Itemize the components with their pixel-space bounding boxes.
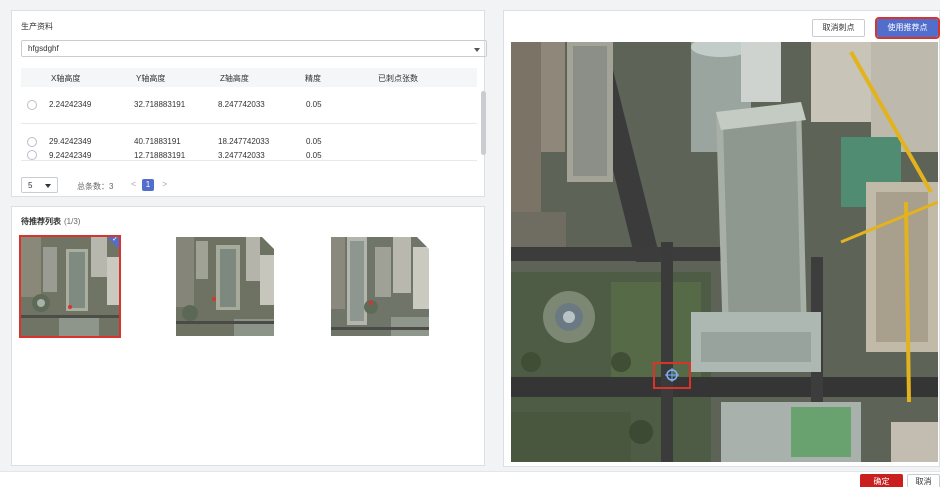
table-scrollbar[interactable] [481,91,486,155]
recommend-count: (1/3) [64,217,81,226]
cell-y: 12.718883191 [134,151,186,160]
ok-button[interactable]: 确定 [860,474,903,487]
production-select-value: hfgsdghf [28,44,59,53]
table-row[interactable]: 2.24242349 32.718883191 8.247742033 0.05 [21,87,477,124]
production-panel: 生产资料 hfgsdghf X轴高度 Y轴高度 Z轴高度 精度 已刺点张数 2.… [11,10,487,197]
cell-x: 9.24242349 [49,151,92,160]
row-radio[interactable] [27,100,37,110]
prev-page-button[interactable]: < [131,179,136,189]
aerial-image-viewer[interactable] [511,42,938,462]
table-row[interactable]: 9.24242349 12.718883191 3.247742033 0.05 [21,148,477,170]
recommend-thumbnail[interactable]: ✓ [176,237,274,336]
image-panel: 取消刺点 使用推荐点 [503,10,940,467]
col-precision: 精度 [305,74,321,83]
aerial-thumbnail-image [21,237,119,336]
cell-precision: 0.05 [306,137,322,146]
aerial-photo [511,42,938,462]
table-header: X轴高度 Y轴高度 Z轴高度 精度 已刺点张数 [21,68,477,87]
production-select[interactable]: hfgsdghf [21,40,487,57]
recommend-title: 待推荐列表 (1/3) [21,216,80,227]
aerial-thumbnail-image [331,237,429,336]
page-size-select[interactable]: 5 [21,177,58,193]
cell-z: 18.247742033 [218,137,270,146]
col-pricked-count: 已刺点张数 [378,74,418,83]
recommend-title-text: 待推荐列表 [21,217,61,226]
production-title: 生产资料 [21,22,53,31]
recommend-panel: 待推荐列表 (1/3) ✓ ✓ ✓ [11,206,485,466]
total-count: 总条数：3 [77,182,114,191]
recommend-thumbnail[interactable]: ✓ [19,235,121,338]
use-recommended-point-button[interactable]: 使用推荐点 [875,17,940,39]
cell-x: 29.4242349 [49,137,92,146]
cell-z: 8.247742033 [218,100,265,109]
check-icon: ✓ [267,237,273,243]
chevron-down-icon [45,184,51,188]
row-radio[interactable] [27,137,37,147]
cell-y: 40.71883191 [134,137,181,146]
cell-precision: 0.05 [306,100,322,109]
col-x-height: X轴高度 [51,74,81,83]
cancel-button[interactable]: 取消 [907,474,940,487]
footer-bar [0,471,940,487]
cell-precision: 0.05 [306,151,322,160]
col-y-height: Y轴高度 [136,74,166,83]
page-size-value: 5 [28,181,33,190]
cell-z: 3.247742033 [218,151,265,160]
recommend-thumbnail[interactable]: ✓ [331,237,429,336]
row-radio[interactable] [27,150,37,160]
check-icon: ✓ [112,237,118,243]
aerial-thumbnail-image [176,237,274,336]
cell-x: 2.24242349 [49,100,92,109]
cell-y: 32.718883191 [134,100,186,109]
chevron-down-icon [474,48,480,52]
next-page-button[interactable]: > [162,179,167,189]
current-page[interactable]: 1 [142,179,154,191]
cancel-point-button[interactable]: 取消刺点 [812,19,865,37]
col-z-height: Z轴高度 [220,74,249,83]
check-icon: ✓ [422,237,428,243]
